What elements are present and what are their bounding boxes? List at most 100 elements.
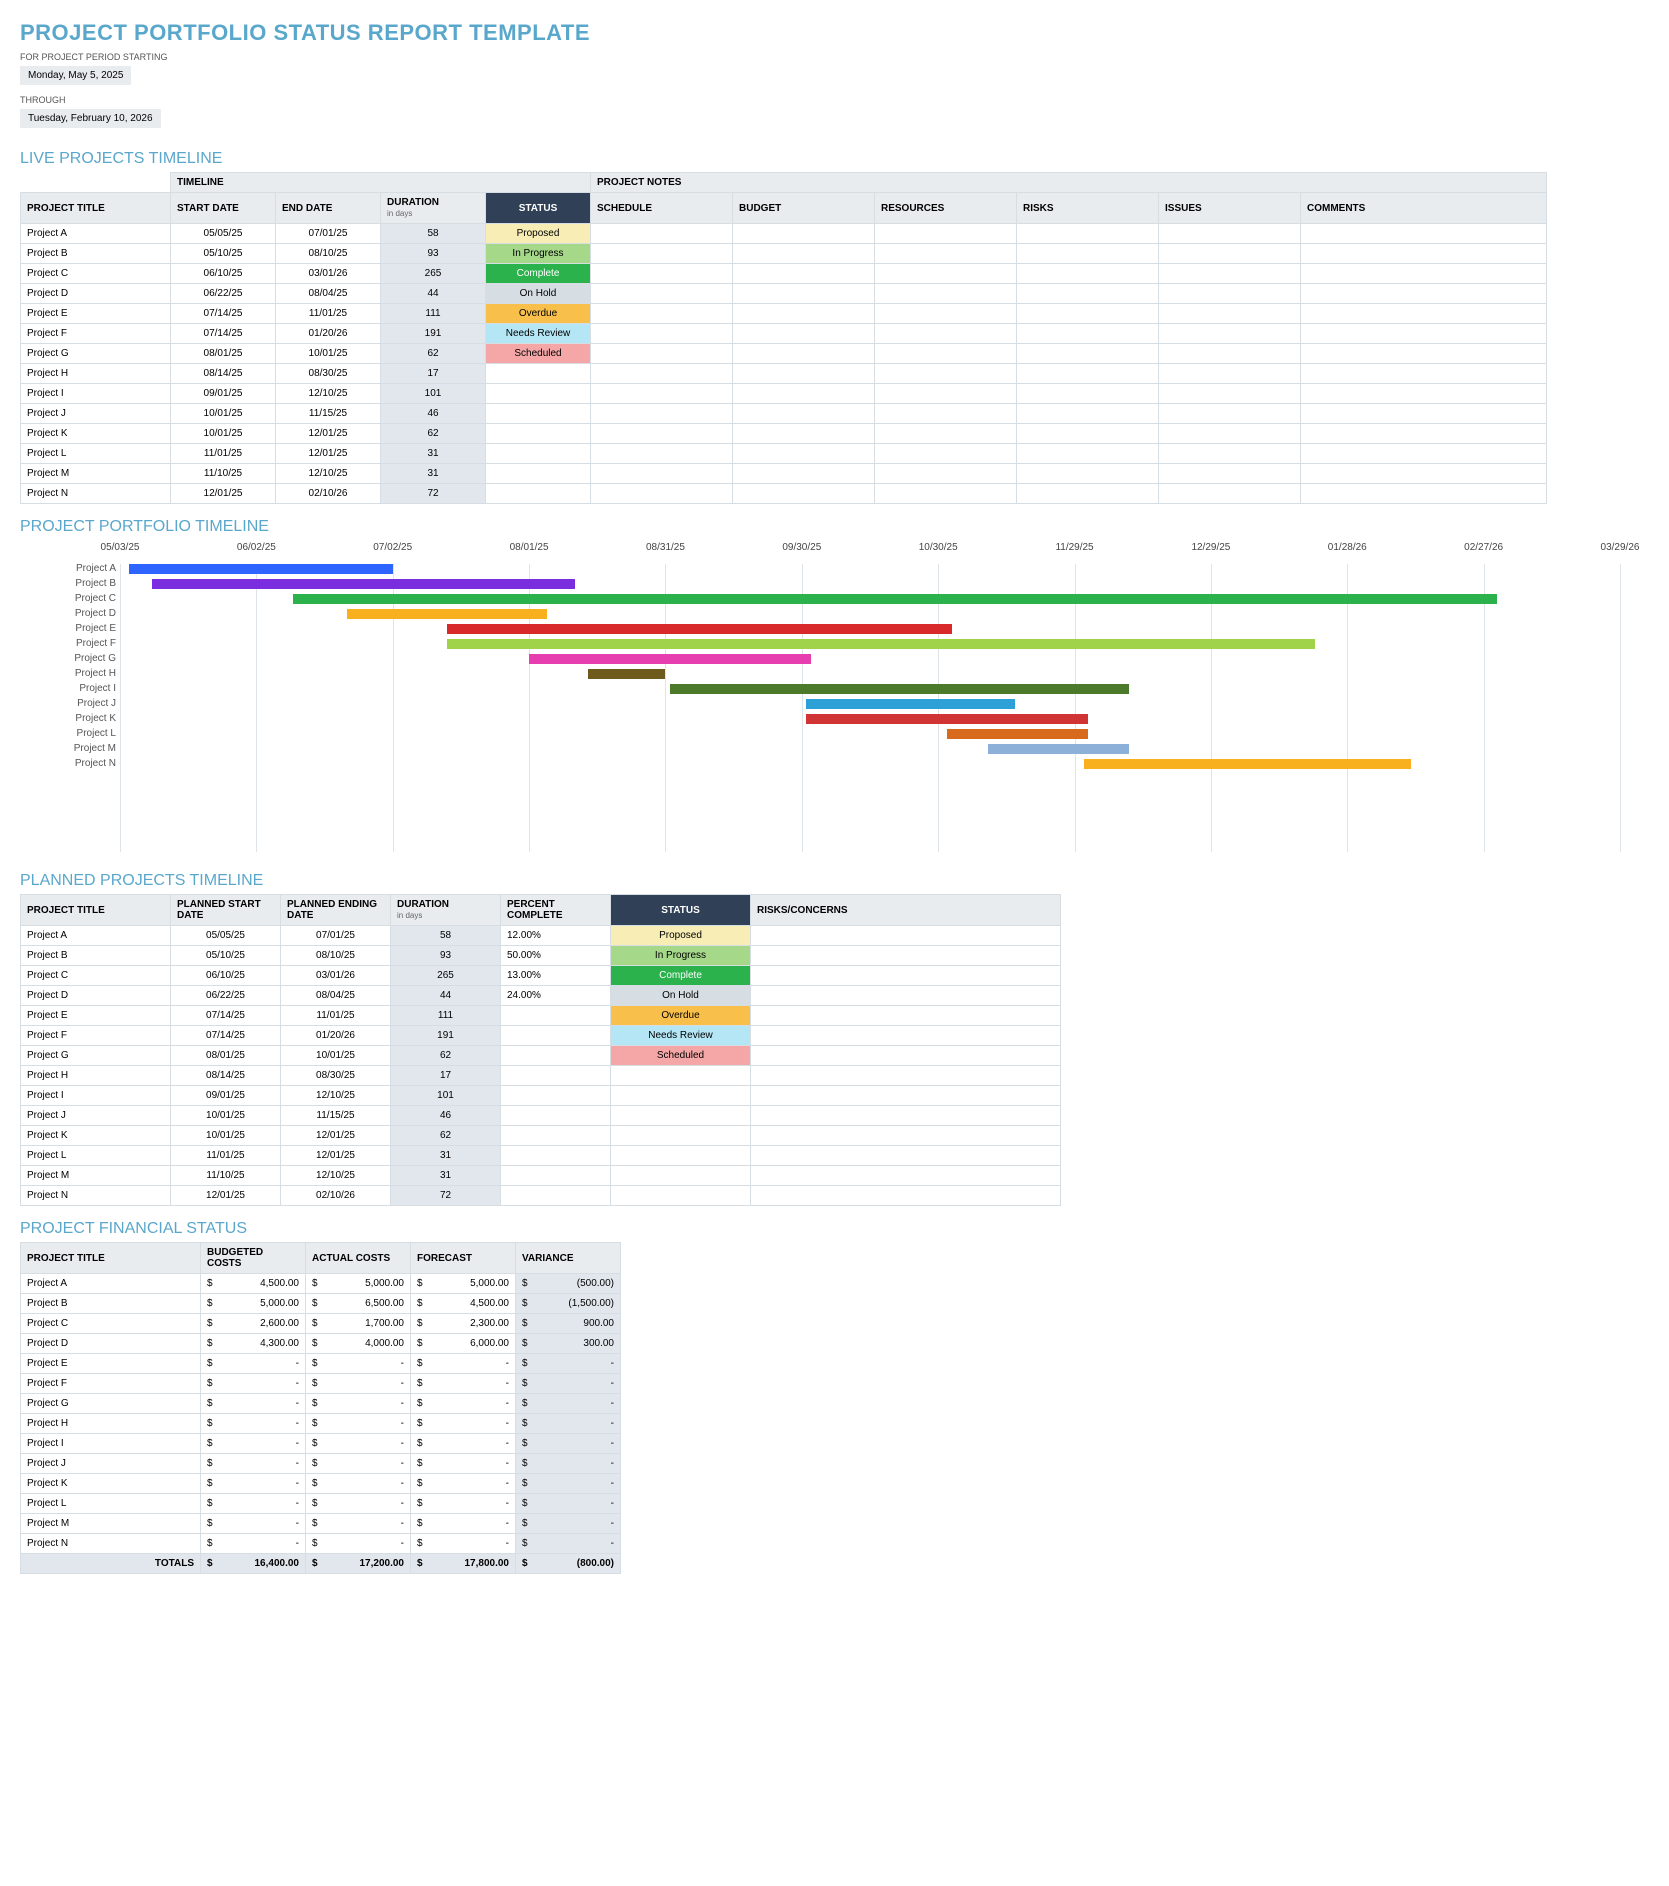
- cell-end: 08/04/25: [281, 986, 391, 1006]
- cell-schedule: [591, 444, 733, 464]
- cell-title: Project D: [21, 986, 171, 1006]
- cell-risks: [751, 926, 1061, 946]
- cell-schedule: [591, 224, 733, 244]
- cell-risks: [1017, 304, 1159, 324]
- hdr-planned-start: PLANNED START DATE: [171, 895, 281, 926]
- cell-status: Needs Review: [486, 324, 591, 344]
- cell-end: 02/10/26: [276, 484, 381, 504]
- cell-resources: [875, 364, 1017, 384]
- page-title: PROJECT PORTFOLIO STATUS REPORT TEMPLATE: [20, 20, 1649, 46]
- cell-duration: 58: [381, 224, 486, 244]
- cell-duration: 101: [381, 384, 486, 404]
- cell-title: Project N: [21, 1186, 171, 1206]
- cell-money: $6,500.00: [306, 1294, 411, 1314]
- cell-end: 12/01/25: [276, 444, 381, 464]
- cell-schedule: [591, 404, 733, 424]
- cell-budget: [733, 304, 875, 324]
- cell-risks: [1017, 404, 1159, 424]
- table-row: Project F07/14/2501/20/26191Needs Review: [21, 324, 1547, 344]
- cell-status: [486, 484, 591, 504]
- gantt-bar: [806, 699, 1015, 709]
- table-row: Project J10/01/2511/15/2546: [21, 404, 1547, 424]
- cell-money: $-: [201, 1474, 306, 1494]
- hdr-project-title: PROJECT TITLE: [21, 1243, 201, 1274]
- cell-title: Project L: [21, 1146, 171, 1166]
- gantt-gridline: [393, 564, 394, 852]
- gantt-row-label: Project A: [20, 563, 116, 574]
- cell-start: 08/14/25: [171, 364, 276, 384]
- hdr-status: STATUS: [611, 895, 751, 926]
- gantt-gridline: [665, 564, 666, 852]
- cell-status: [611, 1146, 751, 1166]
- hdr-planned-end: PLANNED ENDING DATE: [281, 895, 391, 926]
- cell-status: [486, 464, 591, 484]
- cell-start: 06/10/25: [171, 264, 276, 284]
- gantt-tick: 02/27/26: [1464, 542, 1503, 553]
- cell-money: $-: [516, 1474, 621, 1494]
- cell-status: [486, 424, 591, 444]
- gantt-tick: 12/29/25: [1191, 542, 1230, 553]
- cell-money: $2,300.00: [411, 1314, 516, 1334]
- cell-duration: 17: [391, 1066, 501, 1086]
- hdr-actual: ACTUAL COSTS: [306, 1243, 411, 1274]
- cell-risks: [1017, 324, 1159, 344]
- cell-status: On Hold: [611, 986, 751, 1006]
- cell-risks: [751, 946, 1061, 966]
- cell-issues: [1159, 224, 1301, 244]
- cell-title: Project B: [21, 1294, 201, 1314]
- cell-duration: 191: [391, 1026, 501, 1046]
- cell-budget: [733, 384, 875, 404]
- cell-budget: [733, 324, 875, 344]
- table-row: Project K10/01/2512/01/2562: [21, 1126, 1061, 1146]
- cell-money: $5,000.00: [201, 1294, 306, 1314]
- cell-start: 05/05/25: [171, 926, 281, 946]
- cell-comments: [1301, 484, 1547, 504]
- cell-resources: [875, 344, 1017, 364]
- cell-end: 07/01/25: [276, 224, 381, 244]
- table-row: Project L11/01/2512/01/2531: [21, 1146, 1061, 1166]
- cell-schedule: [591, 384, 733, 404]
- gantt-gridline: [1075, 564, 1076, 852]
- cell-money: $(500.00): [516, 1274, 621, 1294]
- cell-budget: [733, 284, 875, 304]
- cell-money: $-: [306, 1394, 411, 1414]
- gantt-row-label: Project I: [20, 683, 116, 694]
- gantt-bar: [347, 609, 547, 619]
- cell-status: [486, 384, 591, 404]
- cell-start: 05/10/25: [171, 946, 281, 966]
- cell-resources: [875, 484, 1017, 504]
- cell-title: Project B: [21, 244, 171, 264]
- cell-comments: [1301, 284, 1547, 304]
- cell-percent: [501, 1166, 611, 1186]
- gantt-bar: [1084, 759, 1411, 769]
- table-row: Project E07/14/2511/01/25111Overdue: [21, 1006, 1061, 1026]
- totals-row: TOTALS$16,400.00$17,200.00$17,800.00$(80…: [21, 1554, 621, 1574]
- cell-comments: [1301, 404, 1547, 424]
- cell-resources: [875, 324, 1017, 344]
- table-row: Project G$-$-$-$-: [21, 1394, 621, 1414]
- cell-money: $-: [201, 1534, 306, 1554]
- cell-comments: [1301, 364, 1547, 384]
- cell-end: 12/10/25: [281, 1086, 391, 1106]
- cell-issues: [1159, 244, 1301, 264]
- section-planned-title: PLANNED PROJECTS TIMELINE: [20, 872, 1649, 890]
- table-row: Project H$-$-$-$-: [21, 1414, 621, 1434]
- cell-budget: [733, 424, 875, 444]
- live-projects-table: TIMELINE PROJECT NOTES PROJECT TITLE STA…: [20, 172, 1547, 504]
- cell-money: $-: [306, 1374, 411, 1394]
- cell-money: $-: [306, 1414, 411, 1434]
- table-row: Project F$-$-$-$-: [21, 1374, 621, 1394]
- cell-title: Project G: [21, 1394, 201, 1414]
- cell-money: $5,000.00: [306, 1274, 411, 1294]
- cell-comments: [1301, 224, 1547, 244]
- cell-risks: [1017, 284, 1159, 304]
- cell-money: $-: [201, 1494, 306, 1514]
- cell-risks: [751, 986, 1061, 1006]
- table-row: Project E07/14/2511/01/25111Overdue: [21, 304, 1547, 324]
- cell-title: Project K: [21, 424, 171, 444]
- gantt-bar: [529, 654, 811, 664]
- cell-money: $17,800.00: [411, 1554, 516, 1574]
- cell-money: $5,000.00: [411, 1274, 516, 1294]
- cell-resources: [875, 224, 1017, 244]
- cell-title: Project K: [21, 1474, 201, 1494]
